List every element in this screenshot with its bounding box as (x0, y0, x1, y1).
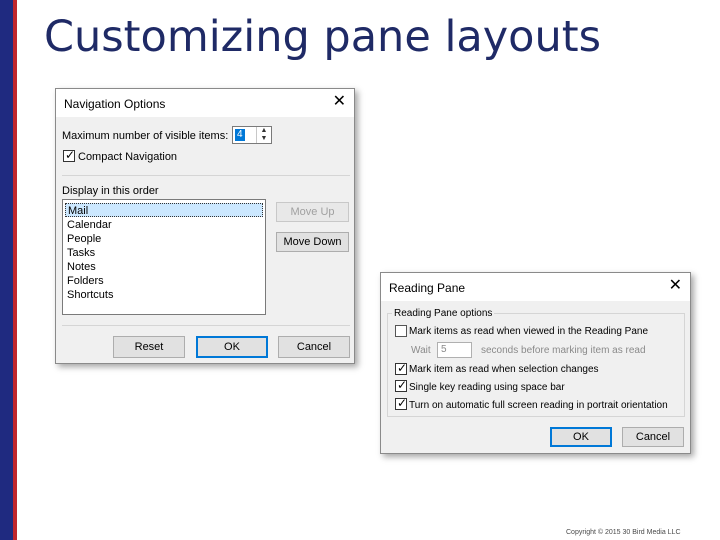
cancel-button[interactable]: Cancel (622, 427, 684, 447)
max-items-spinner[interactable]: 4 ▲ ▼ (232, 126, 272, 144)
single-key-checkbox[interactable]: ✓ (395, 378, 408, 392)
cancel-button[interactable]: Cancel (278, 336, 350, 358)
wait-suffix-label: seconds before marking item as read (481, 345, 646, 356)
spinner-arrows[interactable]: ▲ ▼ (256, 127, 271, 143)
checkmark-icon: ✓ (397, 396, 408, 410)
dialog-title: Reading Pane (389, 281, 466, 295)
navigation-options-dialog: Navigation Options ✕ Maximum number of v… (55, 88, 355, 364)
fullscreen-checkbox[interactable]: ✓ (395, 396, 408, 410)
dialog-titlebar: Navigation Options ✕ (56, 89, 354, 117)
group-label: Reading Pane options (392, 308, 495, 319)
move-down-button[interactable]: Move Down (276, 232, 349, 252)
mark-selection-checkbox[interactable]: ✓ (395, 361, 408, 375)
wait-seconds-input[interactable]: 5 (437, 342, 472, 358)
spinner-down-icon[interactable]: ▼ (257, 135, 271, 143)
close-icon[interactable]: ✕ (669, 277, 682, 295)
compact-navigation-label: Compact Navigation (78, 151, 178, 163)
ok-button[interactable]: OK (550, 427, 612, 447)
list-item-mail[interactable]: Mail (65, 203, 263, 217)
fullscreen-label: Turn on automatic full screen reading in… (409, 400, 668, 411)
list-item-people[interactable]: People (65, 232, 263, 246)
list-item-notes[interactable]: Notes (65, 260, 263, 274)
mark-viewed-label: Mark items as read when viewed in the Re… (409, 326, 649, 337)
spinner-up-icon[interactable]: ▲ (257, 127, 271, 135)
wait-label: Wait (411, 345, 431, 356)
checkmark-icon: ✓ (397, 378, 408, 392)
slide-accent-bar-red (13, 0, 17, 540)
close-icon[interactable]: ✕ (333, 93, 346, 111)
mark-selection-label: Mark item as read when selection changes (409, 364, 599, 375)
reset-button[interactable]: Reset (113, 336, 185, 358)
checkmark-icon: ✓ (397, 361, 408, 375)
single-key-label: Single key reading using space bar (409, 382, 565, 393)
slide-title: Customizing pane layouts (44, 12, 602, 62)
dialog-title: Navigation Options (64, 97, 166, 111)
divider (62, 325, 350, 326)
max-items-label: Maximum number of visible items: (62, 130, 229, 142)
list-item-calendar[interactable]: Calendar (65, 218, 263, 232)
dialog-titlebar: Reading Pane ✕ (381, 273, 690, 301)
display-order-list[interactable]: Mail Calendar People Tasks Notes Folders… (62, 199, 266, 315)
max-items-value[interactable]: 4 (235, 129, 245, 141)
ok-button[interactable]: OK (196, 336, 268, 358)
slide-accent-bar-blue (0, 0, 13, 540)
mark-viewed-checkbox[interactable] (395, 325, 407, 337)
move-up-button[interactable]: Move Up (276, 202, 349, 222)
display-order-label: Display in this order (62, 185, 159, 197)
divider (62, 175, 350, 176)
reading-pane-dialog: Reading Pane ✕ Reading Pane options Mark… (380, 272, 691, 454)
list-item-tasks[interactable]: Tasks (65, 246, 263, 260)
list-item-folders[interactable]: Folders (65, 274, 263, 288)
copyright-notice: Copyright © 2015 30 Bird Media LLC (566, 529, 681, 536)
list-item-shortcuts[interactable]: Shortcuts (65, 288, 263, 302)
checkmark-icon: ✓ (65, 148, 76, 162)
compact-navigation-checkbox[interactable]: ✓ (63, 148, 76, 162)
